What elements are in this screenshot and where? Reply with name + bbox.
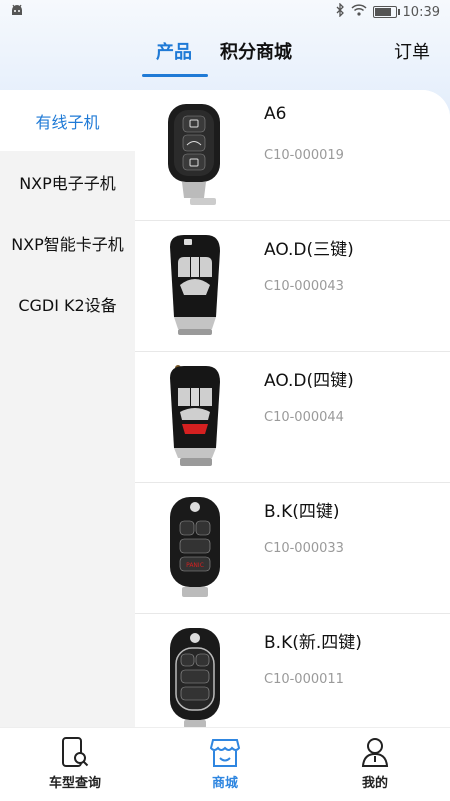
product-name: AO.D(四键) [264, 371, 354, 391]
bluetooth-icon [335, 2, 345, 21]
nav-label: 我的 [361, 776, 388, 791]
category-sidebar: 有线子机 NXP电子子机 NXP智能卡子机 CGDI K2设备 [0, 90, 135, 727]
sidebar-item-wired[interactable]: 有线子机 [0, 90, 135, 151]
main-panel: 有线子机 NXP电子子机 NXP智能卡子机 CGDI K2设备 A6 C10-0… [0, 90, 450, 727]
sidebar-item-nxp-smartcard[interactable]: NXP智能卡子机 [0, 212, 135, 273]
product-code: C10-000019 [264, 148, 344, 163]
product-list: A6 C10-000019 AO.D(三键) C10-000043 AO.D(四… [135, 90, 450, 727]
android-icon [10, 4, 24, 20]
flip-key-3-button-icon [168, 104, 220, 205]
sidebar-item-nxp-electronic[interactable]: NXP电子子机 [0, 151, 135, 212]
user-icon [361, 738, 389, 767]
store-icon [209, 739, 241, 767]
sidebar-item-cgdi-k2[interactable]: CGDI K2设备 [0, 273, 135, 334]
flip-key-4-button-red-icon [170, 365, 220, 466]
product-name: A6 [264, 104, 287, 124]
list-item[interactable]: AO.D(四键) C10-000044 [135, 352, 450, 483]
list-item[interactable]: B.K(新.四键) C10-000011 [135, 614, 450, 727]
flip-key-4-button-new-icon [170, 628, 220, 727]
product-name: AO.D(三键) [264, 240, 354, 260]
battery-icon [372, 6, 400, 18]
nav-store[interactable]: 商城 [165, 736, 285, 791]
svg-text:PANIC: PANIC [186, 562, 204, 569]
nav-label: 车型查询 [48, 776, 101, 791]
product-code: C10-000043 [264, 279, 344, 294]
tab-products[interactable]: 产品 [156, 38, 192, 64]
nav-label: 商城 [211, 776, 238, 791]
nav-model-lookup[interactable]: 车型查询 [15, 736, 135, 791]
product-code: C10-000033 [264, 541, 344, 556]
phone-search-icon [62, 737, 89, 767]
wifi-icon [351, 4, 367, 20]
list-item[interactable]: AO.D(三键) C10-000043 [135, 221, 450, 352]
list-item[interactable]: PANIC B.K(四键) C10-000033 [135, 483, 450, 614]
status-bar: 10:39 [0, 0, 450, 24]
flip-key-3-button-silver-icon [170, 235, 220, 335]
tab-points-mall[interactable]: 积分商城 [220, 38, 292, 64]
nav-mine[interactable]: 我的 [315, 736, 435, 791]
product-code: C10-000011 [264, 672, 344, 687]
top-tabs: 产品 积分商城 订单 [0, 38, 450, 78]
tab-orders[interactable]: 订单 [394, 38, 430, 64]
product-code: C10-000044 [264, 410, 344, 425]
list-item[interactable]: A6 C10-000019 [135, 90, 450, 221]
flip-key-4-button-icon: PANIC [170, 497, 220, 597]
bottom-nav: 车型查询 商城 我的 [0, 727, 450, 801]
product-name: B.K(新.四键) [264, 633, 362, 653]
tab-underline [142, 74, 208, 77]
product-name: B.K(四键) [264, 502, 340, 522]
status-time: 10:39 [402, 4, 440, 20]
